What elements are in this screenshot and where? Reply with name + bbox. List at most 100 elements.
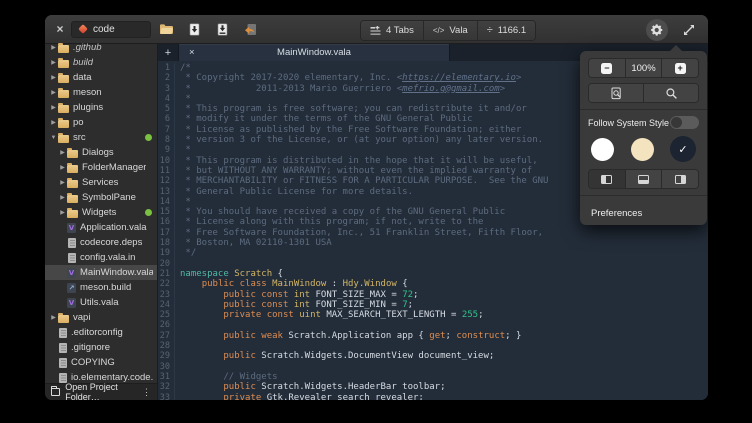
tree-item-copying[interactable]: COPYING bbox=[45, 355, 157, 370]
tree-item-src[interactable]: ▼src bbox=[45, 130, 157, 145]
zoom-level-label: 100% bbox=[631, 63, 655, 74]
expander-closed-icon[interactable]: ▶ bbox=[49, 59, 58, 66]
line-number: 1 bbox=[158, 63, 175, 73]
folder-icon bbox=[58, 60, 69, 68]
tree-item-po[interactable]: ▶po bbox=[45, 115, 157, 130]
tree-item-utils-vala[interactable]: VUtils.vala bbox=[45, 295, 157, 310]
dark-style-button[interactable]: ✓ bbox=[670, 136, 696, 162]
settings-popover: − 100% + bbox=[580, 51, 707, 225]
expander-closed-icon[interactable]: ▶ bbox=[49, 314, 58, 321]
line-number: 30 bbox=[158, 362, 175, 372]
code-line: 20 bbox=[158, 259, 708, 269]
tree-item--gitignore[interactable]: .gitignore bbox=[45, 340, 157, 355]
tabs-overview-button[interactable]: 4 Tabs bbox=[361, 21, 424, 40]
tree-item-label: Widgets bbox=[82, 207, 116, 218]
tree-item-symbolpane[interactable]: ▶SymbolPane bbox=[45, 190, 157, 205]
line-number: 33 bbox=[158, 393, 175, 401]
code-line-text: public Scratch.Widgets.DocumentView docu… bbox=[180, 351, 494, 361]
toggle-outline-button[interactable] bbox=[662, 170, 698, 188]
line-number: 26 bbox=[158, 320, 175, 330]
follow-system-style-toggle[interactable] bbox=[670, 116, 699, 129]
project-chooser-button[interactable]: code bbox=[71, 21, 151, 38]
search-icon bbox=[665, 87, 678, 100]
toggle-sidebar-button[interactable] bbox=[589, 170, 626, 188]
tree-item-mainwindow-vala[interactable]: VMainWindow.vala bbox=[45, 265, 157, 280]
new-tab-button[interactable]: + bbox=[158, 44, 178, 61]
file-icon bbox=[59, 358, 67, 368]
expander-closed-icon[interactable]: ▶ bbox=[49, 104, 58, 111]
vala-icon: V bbox=[67, 268, 76, 278]
preferences-menu-item[interactable]: Preferences bbox=[580, 202, 707, 225]
sidebar-menu-kebab-icon[interactable]: ⋮ bbox=[142, 387, 151, 398]
line-number: 23 bbox=[158, 290, 175, 300]
line-number: 29 bbox=[158, 351, 175, 361]
code-line: 22 public class MainWindow : Hdy.Window … bbox=[158, 279, 708, 289]
open-folder-icon bbox=[159, 23, 174, 35]
code-line: 27 public weak Scratch.Application app {… bbox=[158, 331, 708, 341]
code-line-text: public weak Scratch.Application app { ge… bbox=[180, 331, 521, 341]
code-brackets-icon: </> bbox=[433, 26, 445, 35]
find-button[interactable] bbox=[644, 84, 698, 102]
code-line-text: * Free Software Foundation, Inc., 51 Fra… bbox=[180, 228, 543, 238]
revert-button[interactable] bbox=[238, 19, 263, 40]
expander-closed-icon[interactable]: ▶ bbox=[49, 74, 58, 81]
search-control bbox=[588, 83, 699, 103]
tree-item-build[interactable]: ▶build bbox=[45, 55, 157, 70]
tab-mainwindow-vala[interactable]: × MainWindow.vala bbox=[178, 44, 450, 61]
line-number: 15 bbox=[158, 207, 175, 217]
tree-item-foldermanager[interactable]: ▶FolderManager bbox=[45, 160, 157, 175]
tree-item-vapi[interactable]: ▶vapi bbox=[45, 310, 157, 325]
bottom-panel-icon bbox=[638, 175, 649, 184]
settings-menu-button[interactable] bbox=[646, 19, 668, 41]
expander-closed-icon[interactable]: ▶ bbox=[49, 44, 58, 51]
expander-closed-icon[interactable]: ▶ bbox=[58, 164, 67, 171]
save-button[interactable] bbox=[182, 19, 207, 40]
expander-closed-icon[interactable]: ▶ bbox=[49, 119, 58, 126]
tree-item-data[interactable]: ▶data bbox=[45, 70, 157, 85]
tree-item--editorconfig[interactable]: .editorconfig bbox=[45, 325, 157, 340]
save-as-button[interactable] bbox=[210, 19, 235, 40]
tree-item-codecore-deps[interactable]: codecore.deps bbox=[45, 235, 157, 250]
zoom-level-button[interactable]: 100% bbox=[626, 59, 663, 77]
open-file-button[interactable] bbox=[154, 19, 179, 40]
tree-item--github[interactable]: ▶.github bbox=[45, 40, 157, 55]
tree-item-label: COPYING bbox=[71, 357, 115, 368]
expander-open-icon[interactable]: ▼ bbox=[49, 135, 58, 141]
tree-item-application-vala[interactable]: VApplication.vala bbox=[45, 220, 157, 235]
line-number: 13 bbox=[158, 187, 175, 197]
zoom-control: − 100% + bbox=[588, 58, 699, 78]
tree-item-meson[interactable]: ▶meson bbox=[45, 85, 157, 100]
tree-item-plugins[interactable]: ▶plugins bbox=[45, 100, 157, 115]
open-project-folder-button[interactable]: Open Project Folder… ⋮ bbox=[45, 383, 157, 400]
expander-closed-icon[interactable]: ▶ bbox=[58, 194, 67, 201]
expander-closed-icon[interactable]: ▶ bbox=[58, 209, 67, 216]
sepia-style-button[interactable] bbox=[631, 138, 654, 161]
revert-icon bbox=[244, 23, 258, 36]
line-number: 28 bbox=[158, 341, 175, 351]
light-style-button[interactable] bbox=[591, 138, 614, 161]
tab-close-icon[interactable]: × bbox=[189, 47, 195, 58]
expander-closed-icon[interactable]: ▶ bbox=[58, 179, 67, 186]
zoom-in-button[interactable]: + bbox=[662, 59, 698, 77]
tree-item-services[interactable]: ▶Services bbox=[45, 175, 157, 190]
tree-item-widgets[interactable]: ▶ Widgets bbox=[45, 205, 157, 220]
fullscreen-button[interactable] bbox=[682, 23, 696, 37]
goto-line-button[interactable]: ÷ 1166.1 bbox=[478, 21, 535, 40]
toggle-terminal-button[interactable] bbox=[626, 170, 663, 188]
code-line-text: * bbox=[180, 197, 191, 207]
expander-closed-icon[interactable]: ▶ bbox=[58, 149, 67, 156]
tree-item-meson-build[interactable]: ↗meson.build bbox=[45, 280, 157, 295]
sidebar: ▶.github▶build▶data▶meson▶plugins▶po▼src… bbox=[45, 44, 158, 400]
window-close-button[interactable]: × bbox=[53, 22, 67, 36]
tree-item-io-elementary-code-yml[interactable]: io.elementary.code.yml bbox=[45, 370, 157, 383]
right-panel-icon bbox=[675, 175, 686, 184]
line-number: 10 bbox=[158, 156, 175, 166]
language-selector-button[interactable]: </> Vala bbox=[424, 21, 478, 40]
find-in-files-button[interactable] bbox=[589, 84, 644, 102]
line-number: 19 bbox=[158, 248, 175, 258]
zoom-out-icon: − bbox=[601, 63, 612, 74]
tree-item-dialogs[interactable]: ▶Dialogs bbox=[45, 145, 157, 160]
expander-closed-icon[interactable]: ▶ bbox=[49, 89, 58, 96]
tree-item-config-vala-in[interactable]: config.vala.in bbox=[45, 250, 157, 265]
zoom-out-button[interactable]: − bbox=[589, 59, 626, 77]
